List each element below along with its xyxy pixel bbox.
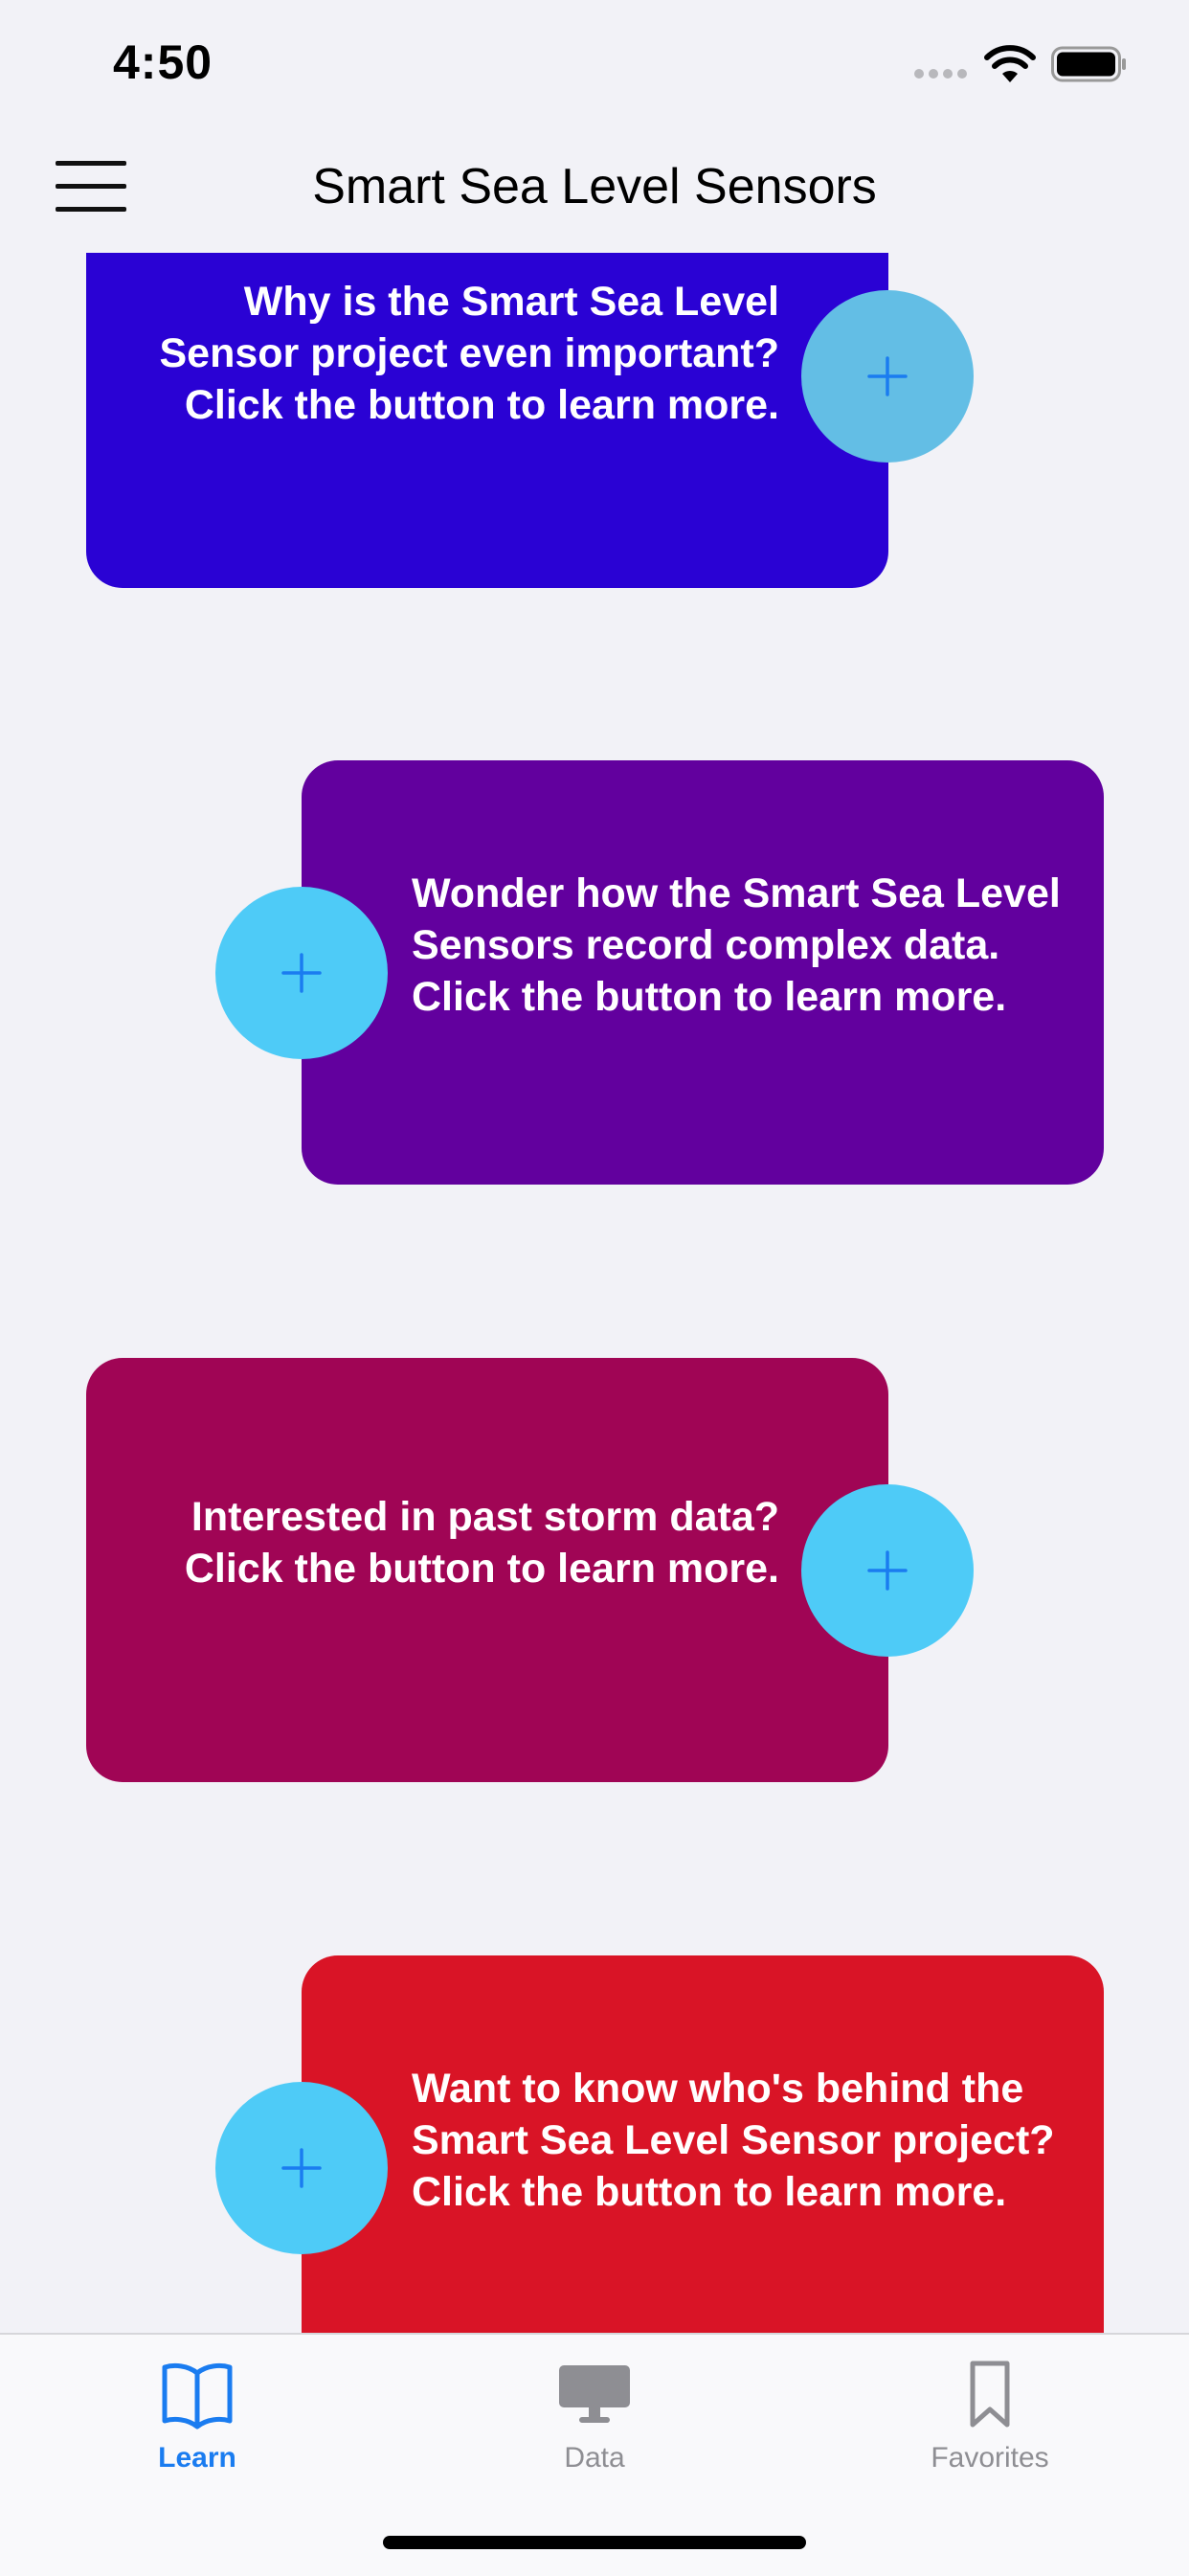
tab-learn-label: Learn xyxy=(158,2442,236,2474)
card-team-text: Want to know who's behind the Smart Sea … xyxy=(412,2066,1055,2215)
learn-more-data-recording-button[interactable] xyxy=(215,887,388,1059)
book-icon xyxy=(162,2362,233,2429)
learn-card-list[interactable]: Why is the Smart Sea Level Sensor projec… xyxy=(0,253,1189,2333)
battery-icon xyxy=(1051,46,1126,82)
card-team: Want to know who's behind the Smart Sea … xyxy=(302,1955,1104,2333)
tab-favorites[interactable]: Favorites xyxy=(865,2360,1114,2484)
plus-icon xyxy=(867,1550,908,1591)
page-title: Smart Sea Level Sensors xyxy=(312,159,877,215)
status-time: 4:50 xyxy=(113,35,213,89)
status-bar: 4:50 xyxy=(0,0,1189,134)
plus-icon xyxy=(281,2148,322,2188)
tab-learn[interactable]: Learn xyxy=(73,2360,322,2484)
card-data-recording-text: Wonder how the Smart Sea Level Sensors r… xyxy=(412,870,1061,1020)
tab-data-label: Data xyxy=(564,2442,625,2474)
plus-icon xyxy=(281,953,322,993)
learn-more-storm-data-button[interactable] xyxy=(801,1484,974,1657)
tab-data[interactable]: Data xyxy=(470,2360,719,2484)
card-importance-text: Why is the Smart Sea Level Sensor projec… xyxy=(159,279,779,428)
desktop-icon xyxy=(559,2365,630,2423)
tab-favorites-label: Favorites xyxy=(931,2442,1049,2474)
bookmark-icon xyxy=(970,2361,1010,2428)
learn-more-team-button[interactable] xyxy=(215,2082,388,2254)
plus-icon xyxy=(867,356,908,396)
home-indicator xyxy=(383,2536,806,2549)
card-importance: Why is the Smart Sea Level Sensor projec… xyxy=(86,253,888,588)
wifi-icon xyxy=(984,45,1036,82)
card-storm-data-text: Interested in past storm data? Click the… xyxy=(184,1494,779,1592)
card-storm-data: Interested in past storm data? Click the… xyxy=(86,1358,888,1782)
cellular-signal-icon xyxy=(914,69,967,79)
card-data-recording: Wonder how the Smart Sea Level Sensors r… xyxy=(302,760,1104,1185)
learn-more-importance-button[interactable] xyxy=(801,290,974,463)
